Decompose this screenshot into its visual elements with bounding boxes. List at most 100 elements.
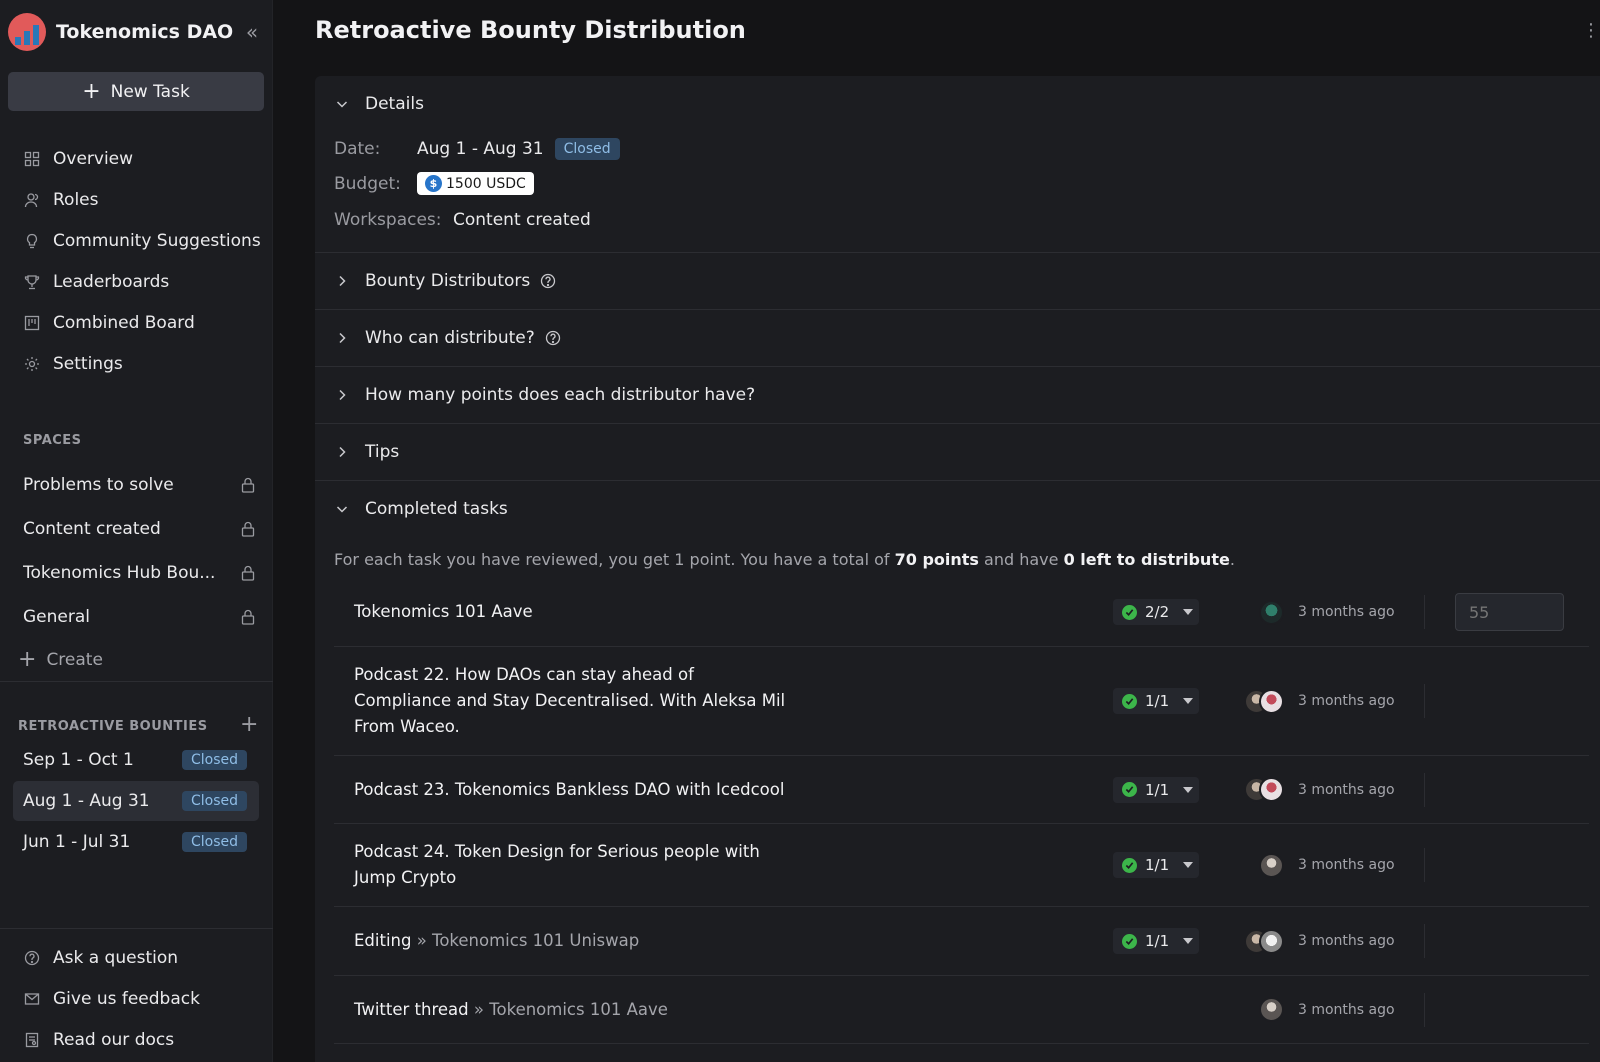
- timestamp: 3 months ago: [1298, 693, 1395, 709]
- avatar[interactable]: [1259, 777, 1284, 802]
- space-item-general[interactable]: General: [0, 595, 273, 639]
- assignee-avatars: [1259, 599, 1284, 625]
- task-row[interactable]: Podcast 23. Tokenomics Bankless DAO with…: [334, 756, 1589, 824]
- spaces-section-label: SPACES: [23, 433, 82, 448]
- main-nav: Overview Roles Community Suggestions Lea…: [0, 138, 273, 384]
- retro-item-jun[interactable]: Jun 1 - Jul 31 Closed: [13, 822, 259, 862]
- task-row[interactable]: Podcast 22. How DAOs can stay ahead of C…: [334, 647, 1589, 756]
- task-title-text: Podcast 24. Token Design for Serious peo…: [354, 842, 760, 887]
- check-circle-icon: [1122, 933, 1137, 949]
- review-status-dropdown[interactable]: 1/1: [1113, 928, 1199, 954]
- board-icon: [23, 314, 41, 332]
- avatar[interactable]: [1259, 688, 1284, 714]
- tips-header[interactable]: Tips: [315, 424, 1600, 480]
- lock-icon: [241, 565, 255, 581]
- timestamp: 3 months ago: [1298, 933, 1395, 949]
- space-label: Tokenomics Hub Bou...: [23, 563, 216, 583]
- details-header[interactable]: Details: [315, 76, 1600, 132]
- add-retro-bounty-icon[interactable]: +: [240, 714, 258, 736]
- task-title-text: Tokenomics 101 Aave: [354, 602, 533, 621]
- lock-icon: [241, 477, 255, 493]
- timestamp: 3 months ago: [1298, 1001, 1395, 1018]
- task-row[interactable]: Tokenomics 101 Aave 2/2 3 months ago: [334, 578, 1589, 647]
- avatar[interactable]: [1259, 852, 1284, 878]
- section-title: Tips: [365, 442, 400, 462]
- task-title-text: Editing: [354, 931, 412, 950]
- task-row[interactable]: Podcast 24. Token Design for Serious peo…: [334, 824, 1589, 907]
- avatar[interactable]: [1259, 599, 1284, 625]
- workspaces-row: Workspaces: Content created: [334, 210, 591, 230]
- review-count: 2/2: [1145, 603, 1170, 621]
- chevron-down-icon: [335, 502, 349, 516]
- ask-question-link[interactable]: Ask a question: [0, 937, 273, 978]
- retro-item-aug[interactable]: Aug 1 - Aug 31 Closed: [13, 781, 259, 821]
- assignee-avatars: [1244, 688, 1284, 714]
- review-count: 1/1: [1145, 856, 1170, 874]
- points-header[interactable]: How many points does each distributor ha…: [315, 367, 1600, 423]
- space-label: General: [23, 607, 90, 627]
- chevron-right-icon: [335, 331, 349, 345]
- help-circle-icon: [23, 949, 41, 967]
- nav-label: Combined Board: [53, 312, 195, 333]
- parent-task[interactable]: » Tokenomics 101 Uniswap: [417, 931, 639, 950]
- section-title: Who can distribute?: [365, 328, 535, 348]
- review-status-dropdown[interactable]: 1/1: [1113, 852, 1199, 878]
- docs-link[interactable]: Read our docs: [0, 1019, 273, 1060]
- distributors-header[interactable]: Bounty Distributors: [315, 253, 1600, 309]
- retro-bounties-list: Sep 1 - Oct 1 Closed Aug 1 - Aug 31 Clos…: [13, 740, 259, 863]
- who-can-distribute-header[interactable]: Who can distribute?: [315, 310, 1600, 366]
- usdc-icon: $: [425, 175, 442, 192]
- link-label: Read our docs: [53, 1029, 175, 1050]
- space-item-content-created[interactable]: Content created: [0, 507, 273, 551]
- new-task-button[interactable]: + New Task: [8, 72, 264, 111]
- avatar[interactable]: [1259, 997, 1284, 1022]
- plus-icon: +: [18, 647, 37, 672]
- nav-item-roles[interactable]: Roles: [0, 179, 273, 220]
- nav-label: Leaderboards: [53, 271, 170, 292]
- more-options-icon[interactable]: ⋮: [1582, 22, 1600, 40]
- section-title: Details: [365, 94, 424, 114]
- points-input[interactable]: [1455, 593, 1564, 631]
- task-title: Podcast 22. How DAOs can stay ahead of C…: [334, 662, 1084, 740]
- nav-item-community-suggestions[interactable]: Community Suggestions: [0, 220, 273, 261]
- space-item-tokenomics-hub[interactable]: Tokenomics Hub Bou...: [0, 551, 273, 595]
- users-icon: [23, 191, 41, 209]
- review-status-dropdown[interactable]: 2/2: [1113, 599, 1199, 625]
- create-space-button[interactable]: + Create: [0, 639, 273, 681]
- space-item-problems-to-solve[interactable]: Problems to solve: [0, 463, 273, 507]
- completed-tasks-header[interactable]: Completed tasks: [315, 481, 1600, 537]
- retro-item-sep[interactable]: Sep 1 - Oct 1 Closed: [13, 740, 259, 780]
- feedback-link[interactable]: Give us feedback: [0, 978, 273, 1019]
- space-label: Problems to solve: [23, 475, 174, 495]
- spaces-list: Problems to solve Content created Tokeno…: [0, 463, 273, 681]
- status-badge: Closed: [181, 791, 247, 811]
- caret-down-icon: [1183, 786, 1194, 793]
- nav-item-combined-board[interactable]: Combined Board: [0, 302, 273, 343]
- org-logo[interactable]: [8, 13, 46, 51]
- avatar[interactable]: [1259, 928, 1284, 954]
- review-status-dropdown[interactable]: 1/1: [1113, 688, 1199, 714]
- collapse-sidebar-icon[interactable]: «: [239, 20, 265, 44]
- task-row[interactable]: Editing » Tokenomics 101 Uniswap 1/1 3 m…: [334, 907, 1589, 976]
- nav-item-overview[interactable]: Overview: [0, 138, 273, 179]
- org-name[interactable]: Tokenomics DAO: [56, 21, 239, 43]
- review-status-dropdown[interactable]: 1/1: [1113, 776, 1199, 803]
- check-circle-icon: [1122, 604, 1137, 620]
- sidebar-divider: [0, 681, 273, 682]
- org-header: Tokenomics DAO «: [8, 12, 265, 52]
- link-label: Give us feedback: [53, 988, 200, 1009]
- create-label: Create: [46, 650, 103, 670]
- nav-item-settings[interactable]: Settings: [0, 343, 273, 384]
- task-row[interactable]: Twitter thread » Tokenomics 101 Aave 3 m…: [334, 976, 1589, 1044]
- trophy-icon: [23, 273, 41, 291]
- nav-label: Overview: [53, 148, 134, 169]
- timestamp: 3 months ago: [1298, 857, 1395, 873]
- nav-item-leaderboards[interactable]: Leaderboards: [0, 261, 273, 302]
- help-circle-icon[interactable]: [545, 330, 561, 346]
- points-left: 0 left to distribute: [1063, 550, 1230, 569]
- budget-key: Budget:: [334, 173, 401, 194]
- parent-task[interactable]: » Tokenomics 101 Aave: [474, 1000, 668, 1019]
- review-count: 1/1: [1145, 692, 1170, 710]
- section-title: How many points does each distributor ha…: [365, 385, 756, 405]
- help-circle-icon[interactable]: [540, 273, 556, 289]
